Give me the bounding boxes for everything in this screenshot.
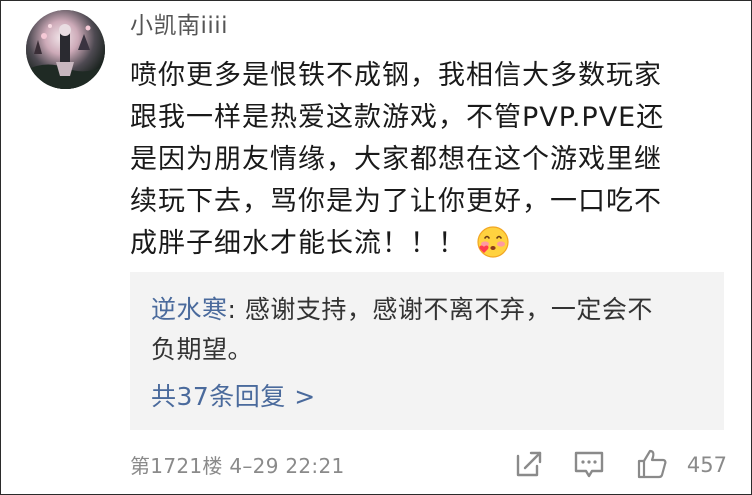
like-icon[interactable] — [635, 447, 669, 481]
floor-and-timestamp: 第1721楼 4–29 22:21 — [130, 454, 345, 478]
reply-separator: : — [227, 295, 245, 324]
avatar[interactable] — [26, 10, 105, 89]
comment-line: 续玩下去，骂你是为了让你更好，一口吃不 — [130, 186, 662, 217]
comment-icon[interactable] — [572, 447, 606, 481]
comment-line: 跟我一样是热爱这款游戏，不管PVP.PVE还 — [130, 102, 665, 133]
reply-author[interactable]: 逆水寒 — [151, 295, 228, 324]
reply-line: 逆水寒: 感谢支持，感谢不离不弃，一定会不 — [151, 290, 711, 330]
reply-text: 逆水寒: 感谢支持，感谢不离不弃，一定会不 负期望。 — [151, 290, 711, 370]
comment-body: 喷你更多是恨铁不成钢，我相信大多数玩家 跟我一样是热爱这款游戏，不管PVP.PV… — [130, 55, 720, 265]
reply-content: 感谢支持，感谢不离不弃，一定会不 — [244, 295, 653, 324]
comment-line-last: 成胖子细水才能长流！！！ — [130, 223, 720, 265]
share-icon[interactable] — [512, 447, 546, 481]
like-count: 457 — [686, 453, 727, 477]
action-bar: 457 — [512, 447, 727, 483]
reply-line: 负期望。 — [151, 335, 254, 364]
avatar-image — [26, 10, 105, 89]
reply-preview[interactable]: 逆水寒: 感谢支持，感谢不离不弃，一定会不 负期望。 共37条回复 > — [130, 272, 724, 430]
comment-line: 喷你更多是恨铁不成钢，我相信大多数玩家 — [130, 60, 662, 91]
comment-card: 小凯南iiii 喷你更多是恨铁不成钢，我相信大多数玩家 跟我一样是热爱这款游戏，… — [0, 0, 752, 495]
blushing-face-emoji-icon — [477, 225, 509, 258]
comment-line-text: 成胖子细水才能长流！！！ — [130, 228, 466, 259]
username[interactable]: 小凯南iiii — [130, 9, 228, 43]
view-replies-link[interactable]: 共37条回复 > — [151, 377, 316, 417]
comment-line: 是因为朋友情缘，大家都想在这个游戏里继 — [130, 144, 662, 175]
